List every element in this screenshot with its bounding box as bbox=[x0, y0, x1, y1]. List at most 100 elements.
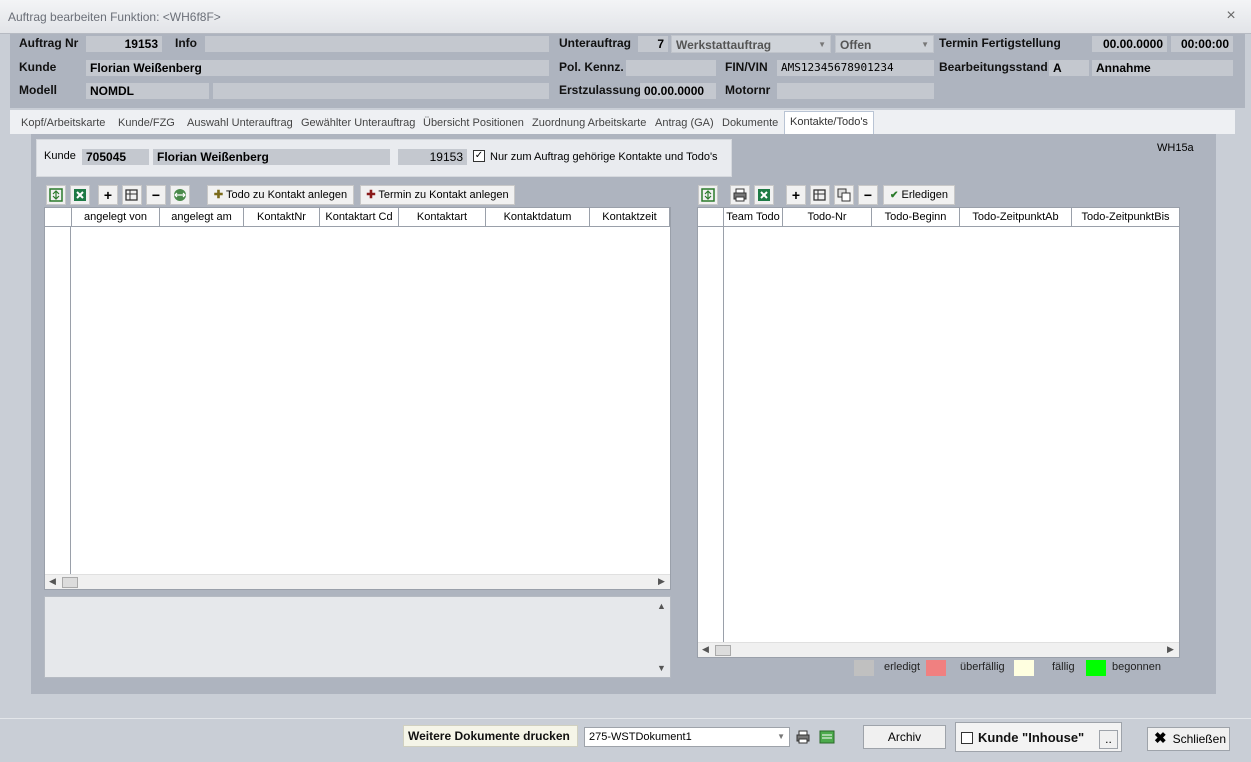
col-kontaktart-cd[interactable]: Kontaktart Cd bbox=[320, 208, 399, 226]
erledigen-button[interactable]: ✔ Erledigen bbox=[883, 185, 955, 205]
inhouse-checkbox[interactable] bbox=[961, 732, 973, 744]
refresh-icon[interactable] bbox=[46, 185, 66, 205]
erstzulassung-field[interactable]: 00.00.0000 bbox=[640, 83, 716, 99]
close-icon[interactable]: × bbox=[1222, 7, 1240, 25]
unterauftrag-label: Unterauftrag bbox=[559, 36, 632, 50]
scroll-up-icon[interactable]: ▲ bbox=[657, 601, 666, 611]
archiv-button[interactable]: Archiv bbox=[863, 725, 946, 749]
col-angelegt-von[interactable]: angelegt von bbox=[72, 208, 160, 226]
unterauftrag-nr-field[interactable]: 7 bbox=[638, 36, 668, 52]
tab-uebersicht-positionen[interactable]: Übersicht Positionen bbox=[418, 113, 529, 133]
contacts-grid[interactable]: angelegt von angelegt am KontaktNr Konta… bbox=[44, 207, 671, 590]
unterauftrag-type-value: Werkstattauftrag bbox=[676, 38, 772, 52]
modell-label: Modell bbox=[19, 83, 57, 97]
chevron-down-icon: ▼ bbox=[777, 732, 785, 741]
tab-kontakte-todos[interactable]: Kontakte/Todo's bbox=[784, 111, 874, 134]
termin-zu-kontakt-button[interactable]: ✚ Termin zu Kontakt anlegen bbox=[360, 185, 515, 205]
scroll-thumb[interactable] bbox=[715, 645, 731, 656]
bearbeitungsstand-code[interactable]: A bbox=[1049, 60, 1089, 76]
scroll-down-icon[interactable]: ▼ bbox=[657, 663, 666, 673]
row-selector-column[interactable] bbox=[698, 208, 724, 642]
contact-notes-memo[interactable]: ▲ ▼ bbox=[44, 596, 671, 678]
add-icon[interactable]: + bbox=[786, 185, 806, 205]
modell-field[interactable]: NOMDL bbox=[86, 83, 209, 99]
inhouse-label: Kunde "Inhouse" bbox=[978, 730, 1085, 745]
filter-label: Nur zum Auftrag gehörige Kontakte und To… bbox=[490, 151, 718, 163]
tab-zuordnung-arbeitskarte[interactable]: Zuordnung Arbeitskarte bbox=[527, 113, 651, 133]
contacts-horizontal-scrollbar[interactable]: ◀ ▶ bbox=[45, 574, 670, 589]
preview-icon[interactable] bbox=[818, 728, 836, 746]
edit-icon[interactable] bbox=[122, 185, 142, 205]
document-select[interactable]: 275-WSTDokument1 ▼ bbox=[584, 727, 790, 747]
kunde-small-label: Kunde bbox=[44, 150, 76, 162]
tab-auswahl-unterauftrag[interactable]: Auswahl Unterauftrag bbox=[182, 113, 298, 133]
auftrag-nr-field[interactable]: 19153 bbox=[86, 36, 162, 52]
scroll-right-icon[interactable]: ▶ bbox=[1167, 644, 1174, 655]
document-select-value: 275-WSTDokument1 bbox=[589, 731, 692, 743]
chevron-down-icon: ▼ bbox=[818, 40, 826, 49]
info-field[interactable] bbox=[205, 36, 549, 52]
auftrag-nr-small-field[interactable]: 19153 bbox=[398, 149, 467, 165]
edit-icon[interactable] bbox=[810, 185, 830, 205]
print-icon[interactable] bbox=[730, 185, 750, 205]
scroll-left-icon[interactable]: ◀ bbox=[702, 644, 709, 655]
termin-time-field[interactable]: 00:00:00 bbox=[1171, 36, 1233, 52]
auftrag-nr-label: Auftrag Nr bbox=[19, 36, 79, 50]
col-angelegt-am[interactable]: angelegt am bbox=[160, 208, 244, 226]
tab-kopf-arbeitskarte[interactable]: Kopf/Arbeitskarte bbox=[16, 113, 110, 133]
kunde-field[interactable]: Florian Weißenberg bbox=[86, 60, 549, 76]
col-todo-zeitpunkt-ab[interactable]: Todo-ZeitpunktAb bbox=[960, 208, 1072, 226]
unterauftrag-type-select[interactable]: Werkstattauftrag ▼ bbox=[671, 35, 831, 53]
col-kontaktzeit[interactable]: Kontaktzeit bbox=[590, 208, 670, 226]
refresh-icon[interactable] bbox=[698, 185, 718, 205]
tab-gewaehlter-unterauftrag[interactable]: Gewählter Unterauftrag bbox=[296, 113, 420, 133]
status-select[interactable]: Offen ▼ bbox=[835, 35, 934, 53]
fin-field[interactable]: AMS12345678901234 bbox=[777, 60, 934, 76]
row-selector-column[interactable] bbox=[45, 208, 71, 574]
expand-icon[interactable] bbox=[170, 185, 190, 205]
tab-dokumente[interactable]: Dokumente bbox=[717, 113, 783, 133]
plus-icon: ✚ bbox=[213, 189, 224, 201]
col-team-todo[interactable]: Team Todo bbox=[724, 208, 783, 226]
erledigen-label: Erledigen bbox=[901, 189, 948, 201]
ellipsis-button[interactable]: .. bbox=[1099, 730, 1118, 749]
termin-date-field[interactable]: 00.00.0000 bbox=[1092, 36, 1167, 52]
kunde-name-field[interactable]: Florian Weißenberg bbox=[153, 149, 390, 165]
excel-icon[interactable] bbox=[70, 185, 90, 205]
excel-icon[interactable] bbox=[754, 185, 774, 205]
tab-antrag-ga[interactable]: Antrag (GA) bbox=[650, 113, 719, 133]
col-todo-zeitpunkt-bis[interactable]: Todo-ZeitpunktBis bbox=[1072, 208, 1179, 226]
copy-icon[interactable] bbox=[834, 185, 854, 205]
tab-kunde-fzg[interactable]: Kunde/FZG bbox=[113, 113, 180, 133]
print-icon[interactable] bbox=[794, 728, 812, 746]
remove-icon[interactable]: − bbox=[858, 185, 878, 205]
remove-icon[interactable]: − bbox=[146, 185, 166, 205]
todo-zu-kontakt-label: Todo zu Kontakt anlegen bbox=[225, 189, 348, 201]
kunde-nr-field[interactable]: 705045 bbox=[82, 149, 149, 165]
scroll-right-icon[interactable]: ▶ bbox=[658, 576, 665, 587]
col-todo-beginn[interactable]: Todo-Beginn bbox=[872, 208, 960, 226]
erstzulassung-label: Erstzulassung bbox=[559, 83, 642, 97]
col-kontaktart[interactable]: Kontaktart bbox=[399, 208, 486, 226]
motornr-field[interactable] bbox=[777, 83, 934, 99]
header-corner bbox=[698, 208, 724, 226]
scroll-thumb[interactable] bbox=[62, 577, 78, 588]
col-kontakt-nr[interactable]: KontaktNr bbox=[244, 208, 320, 226]
todos-horizontal-scrollbar[interactable]: ◀ ▶ bbox=[698, 642, 1179, 657]
bearbeitungsstand-value[interactable]: Annahme bbox=[1092, 60, 1233, 76]
todo-zu-kontakt-button[interactable]: ✚ Todo zu Kontakt anlegen bbox=[207, 185, 354, 205]
modell-extra-field[interactable] bbox=[213, 83, 549, 99]
print-label-box: Weitere Dokumente drucken bbox=[403, 725, 578, 747]
add-icon[interactable]: + bbox=[98, 185, 118, 205]
pol-kennz-field[interactable] bbox=[626, 60, 716, 76]
close-button[interactable]: ✖ Schließen bbox=[1147, 727, 1230, 751]
col-kontaktdatum[interactable]: Kontaktdatum bbox=[486, 208, 590, 226]
todos-grid[interactable]: Team Todo Todo-Nr Todo-Beginn Todo-Zeitp… bbox=[697, 207, 1180, 658]
legend-swatch-ueberfaellig bbox=[926, 660, 946, 676]
legend-swatch-begonnen bbox=[1086, 660, 1106, 676]
filter-checkbox[interactable]: ✓ bbox=[473, 150, 485, 162]
inhouse-box: Kunde "Inhouse" .. bbox=[955, 722, 1122, 752]
col-todo-nr[interactable]: Todo-Nr bbox=[783, 208, 872, 226]
scroll-left-icon[interactable]: ◀ bbox=[49, 576, 56, 587]
legend-label-ueberfaellig: überfällig bbox=[960, 661, 1005, 673]
